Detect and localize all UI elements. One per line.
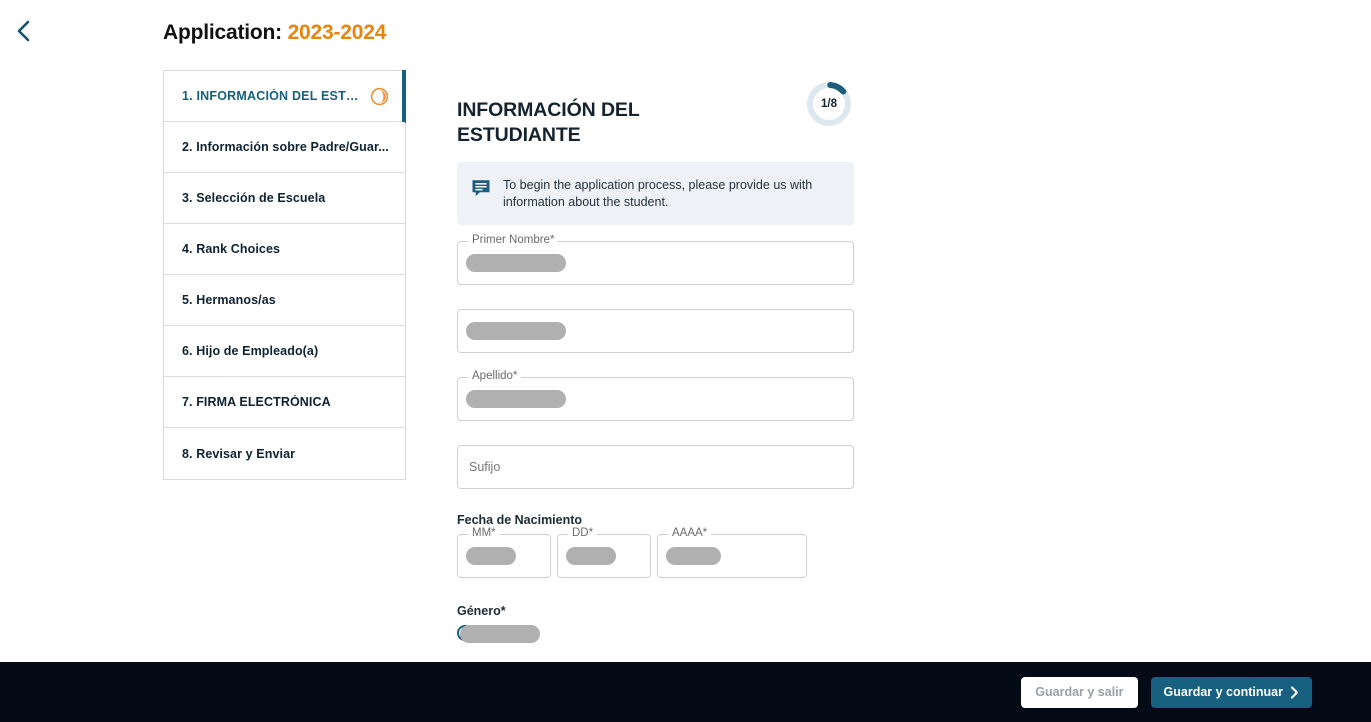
chevron-right-icon [1290, 685, 1299, 699]
application-stepper: 1. INFORMACIÓN DEL ESTUDI... 2. Informac… [163, 70, 406, 480]
section-title: INFORMACIÓN DEL ESTUDIANTE [457, 99, 640, 147]
sidebar-item-parent-info[interactable]: 2. Información sobre Padre/Guar... [164, 122, 405, 173]
loading-skeleton [460, 625, 540, 643]
dob-day-field[interactable]: DD* [557, 527, 651, 578]
sidebar-item-label: 5. Hermanos/as [182, 293, 276, 307]
back-button[interactable] [8, 16, 38, 48]
gender-group: Género* [457, 604, 854, 643]
sidebar-item-electronic-signature[interactable]: 7. FIRMA ELECTRÓNICA [164, 377, 405, 428]
dob-day-label: DD* [568, 527, 598, 539]
section-header: INFORMACIÓN DEL ESTUDIANTE 1/8 [457, 80, 857, 146]
suffix-placeholder: Sufijo [469, 460, 501, 474]
sidebar-item-siblings[interactable]: 5. Hermanos/as [164, 275, 405, 326]
gender-label: Género* [457, 604, 506, 618]
page-title-prefix: Application: [163, 21, 282, 44]
loading-skeleton [466, 254, 566, 272]
info-banner: To begin the application process, please… [457, 162, 854, 225]
footer-action-bar: Guardar y salir Guardar y continuar [0, 662, 1371, 722]
last-name-field[interactable]: Apellido* [457, 370, 854, 421]
first-name-field[interactable]: Primer Nombre* [457, 234, 854, 285]
sidebar-item-label: 7. FIRMA ELECTRÓNICA [182, 395, 331, 409]
main-content: INFORMACIÓN DEL ESTUDIANTE 1/8 To begin [457, 80, 857, 643]
chevron-left-icon [16, 20, 30, 45]
application-page: Application: 2023-2024 1. INFORMACIÓN DE… [0, 0, 1371, 722]
message-bubble-icon [471, 178, 491, 198]
student-info-form: Primer Nombre* Apellido* Sufijo Fecha de [457, 234, 854, 643]
first-name-label: Primer Nombre* [468, 234, 559, 246]
sidebar-item-school-selection[interactable]: 3. Selección de Escuela [164, 173, 405, 224]
loading-skeleton [466, 547, 516, 565]
sidebar-item-label: 1. INFORMACIÓN DEL ESTUDI... [182, 89, 362, 103]
dob-month-label: MM* [468, 527, 500, 539]
sidebar-item-rank-choices[interactable]: 4. Rank Choices [164, 224, 405, 275]
dob-year-label: AAAA* [668, 527, 712, 539]
date-of-birth-label: Fecha de Nacimiento [457, 513, 583, 527]
in-progress-clock-icon [370, 87, 389, 106]
middle-name-field[interactable] [457, 309, 854, 353]
dob-month-field[interactable]: MM* [457, 527, 551, 578]
progress-label: 1/8 [821, 98, 837, 110]
suffix-field[interactable]: Sufijo [457, 445, 854, 489]
page-title-year: 2023-2024 [287, 21, 387, 44]
loading-skeleton [466, 322, 566, 340]
save-and-continue-label: Guardar y continuar [1163, 685, 1283, 699]
loading-skeleton [566, 547, 616, 565]
loading-skeleton [666, 547, 721, 565]
sidebar-item-employee-child[interactable]: 6. Hijo de Empleado(a) [164, 326, 405, 377]
save-and-continue-button[interactable]: Guardar y continuar [1150, 676, 1312, 708]
sidebar-item-student-info[interactable]: 1. INFORMACIÓN DEL ESTUDI... [164, 70, 406, 123]
sidebar-item-label: 2. Información sobre Padre/Guar... [182, 140, 389, 154]
sidebar-item-label: 3. Selección de Escuela [182, 191, 326, 205]
loading-skeleton [466, 390, 566, 408]
date-of-birth-row: MM* DD* AAAA* [457, 527, 854, 578]
sidebar-item-label: 6. Hijo de Empleado(a) [182, 344, 319, 358]
dob-year-field[interactable]: AAAA* [657, 527, 807, 578]
sidebar-item-label: 4. Rank Choices [182, 242, 281, 256]
sidebar-item-label: 8. Revisar y Enviar [182, 446, 296, 461]
info-banner-text: To begin the application process, please… [503, 178, 813, 209]
sidebar-item-review-submit[interactable]: 8. Revisar y Enviar [164, 428, 405, 479]
page-title: Application: 2023-2024 [163, 21, 386, 45]
progress-ring: 1/8 [805, 80, 853, 128]
save-and-exit-button[interactable]: Guardar y salir [1021, 676, 1138, 708]
last-name-label: Apellido* [468, 370, 522, 382]
